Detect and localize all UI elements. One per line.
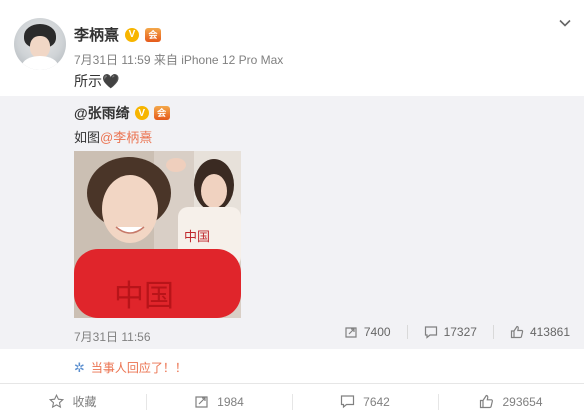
original-like-count: 413861 (529, 325, 570, 339)
avatar-face (30, 36, 50, 58)
repost-card: @张雨绮 V 会 如图@李柄熹 中国 中国 7月31日 11:56 7400 1… (0, 96, 584, 349)
original-like-button[interactable]: 413861 (494, 325, 570, 339)
author-name[interactable]: 李柄熹 (74, 24, 119, 45)
avatar-body (22, 56, 58, 70)
comment-count: 7642 (363, 394, 390, 409)
comment-preview-text: 当事人回应了！！ (90, 361, 187, 375)
post-text: 所示🖤 (74, 73, 120, 89)
source-prefix: 来自 (153, 53, 178, 67)
mention-link[interactable]: @李柄熹 (100, 130, 152, 145)
post-source: iPhone 12 Pro Max (181, 53, 284, 67)
thumbs-up-icon (480, 394, 494, 409)
like-count: 293654 (502, 394, 543, 409)
level-badge-icon: 会 (145, 27, 162, 42)
original-repost-button[interactable]: 7400 (328, 325, 391, 339)
verified-badge-icon: V (134, 106, 149, 120)
repost-photo[interactable]: 中国 中国 (74, 151, 241, 318)
original-comment-button[interactable]: 17327 (408, 325, 477, 339)
chevron-down-icon[interactable] (559, 17, 571, 29)
original-author: @张雨绮 V 会 (74, 103, 170, 123)
original-text-prefix: 如图 (74, 130, 101, 145)
repost-icon (345, 327, 357, 338)
snowflake-icon: ✲ (74, 359, 85, 375)
favorite-label: 收藏 (72, 395, 97, 409)
level-badge-icon: 会 (153, 106, 170, 120)
original-text: 如图@李柄熹 (74, 127, 152, 146)
favorite-button[interactable]: 收藏 (0, 384, 146, 419)
original-stats: 7400 17327 413861 (328, 325, 570, 339)
comment-icon (341, 395, 355, 409)
comment-preview[interactable]: ✲ 当事人回应了！！ (74, 359, 187, 376)
original-author-name[interactable]: @张雨绮 (74, 103, 130, 123)
thumbs-up-icon (510, 325, 524, 339)
comment-icon (424, 326, 437, 339)
post-time[interactable]: 7月31日 11:59 (74, 53, 151, 67)
post-author: 李柄熹 V 会 (74, 24, 162, 45)
original-comment-count: 17327 (443, 325, 477, 339)
author-avatar[interactable] (14, 18, 66, 70)
original-date[interactable]: 7月31日 11:56 (74, 328, 151, 345)
shirt-text-back: 中国 (184, 230, 210, 245)
shirt-text-front: 中国 (114, 279, 174, 314)
post-meta: 7月31日 11:59 来自 iPhone 12 Pro Max (74, 51, 283, 68)
verified-badge-icon: V (125, 27, 140, 42)
repost-icon (195, 396, 208, 408)
repost-button[interactable]: 1984 (146, 384, 292, 419)
original-repost-count: 7400 (363, 325, 391, 339)
action-bar: 收藏 1984 7642 293654 (0, 384, 584, 419)
comment-button[interactable]: 7642 (292, 384, 438, 419)
star-icon (49, 394, 65, 409)
repost-count: 1984 (217, 394, 244, 409)
like-button[interactable]: 293654 (438, 384, 584, 419)
